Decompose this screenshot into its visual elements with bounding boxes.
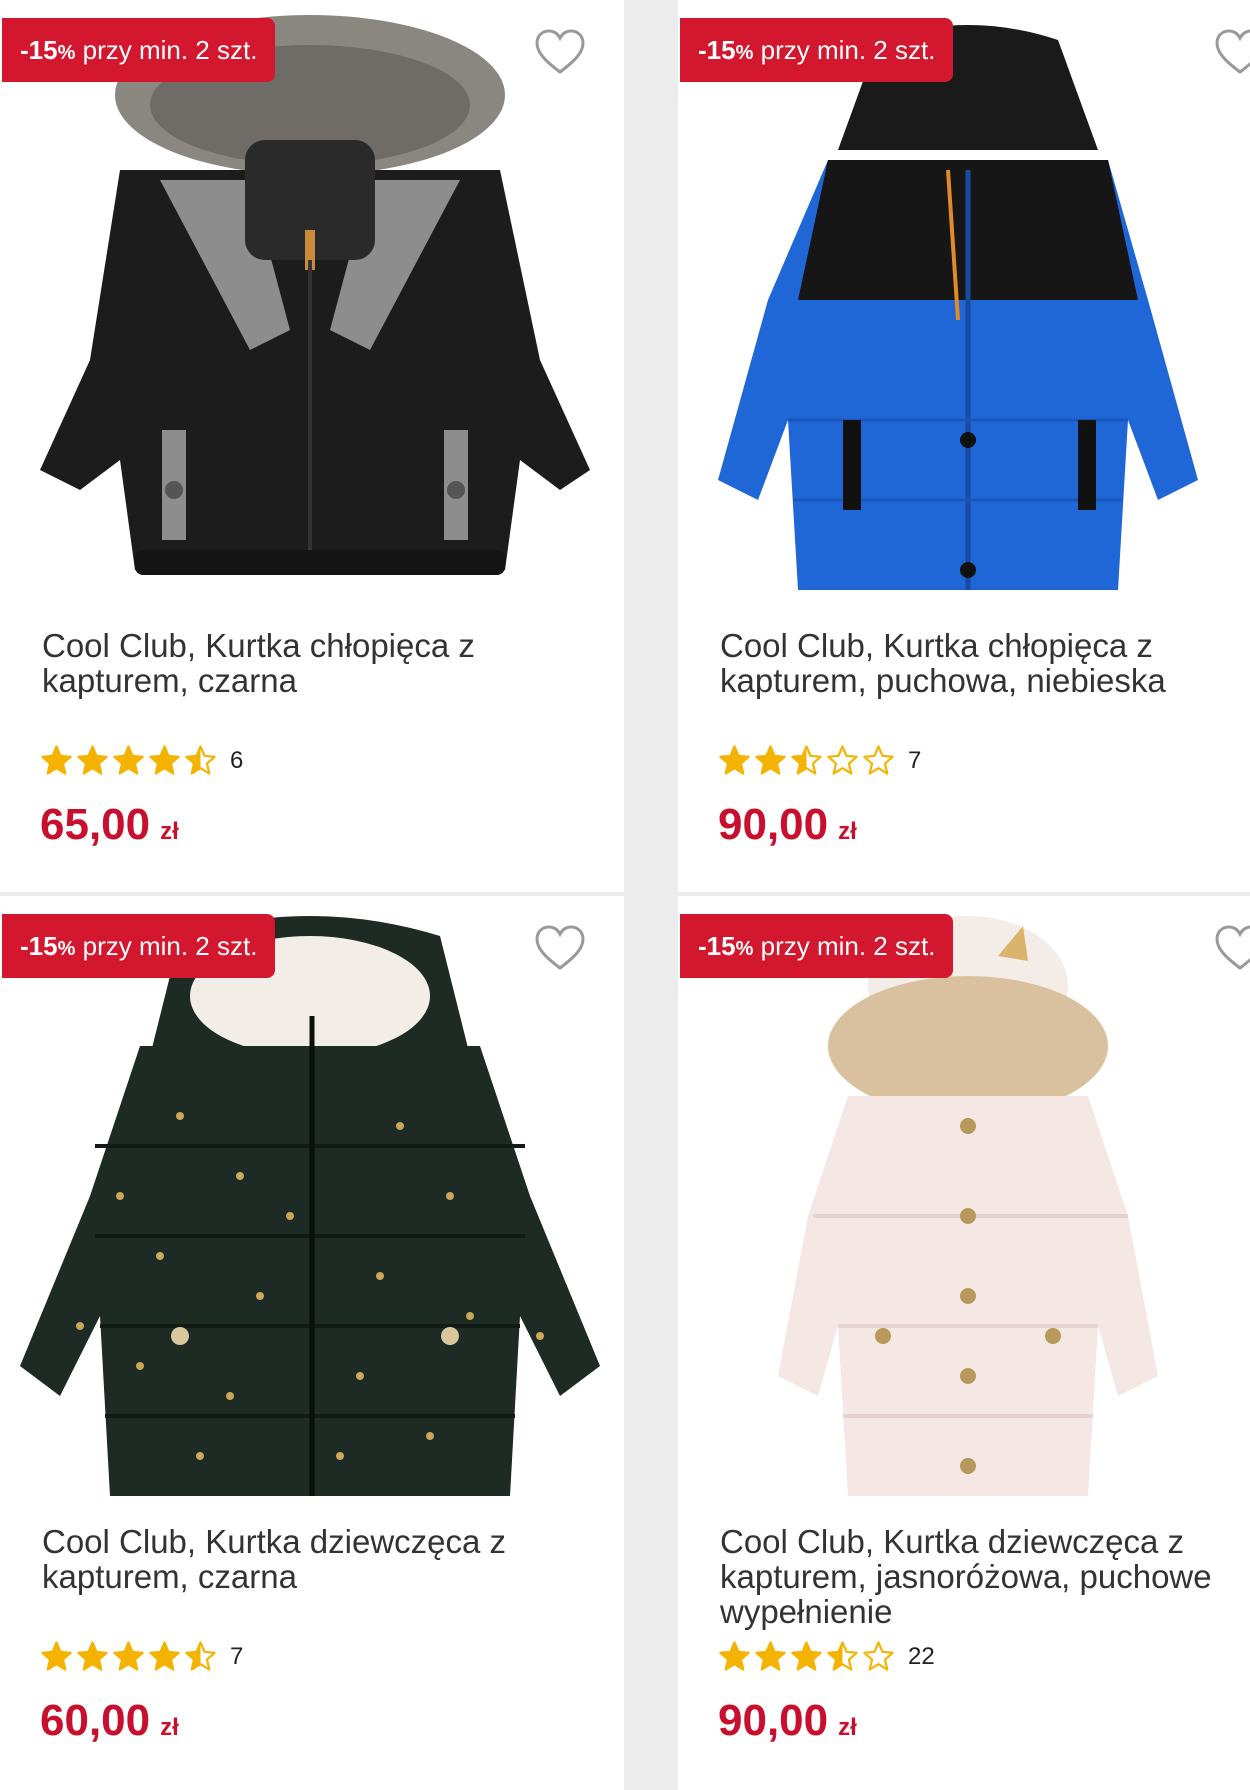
rating-stars [40, 744, 220, 777]
star-full-icon [719, 745, 750, 775]
star-full-icon [149, 1641, 180, 1671]
star-empty-icon [863, 1641, 894, 1671]
heart-icon[interactable] [1214, 28, 1250, 76]
star-half-icon [185, 1641, 216, 1671]
heart-icon[interactable] [534, 924, 586, 972]
price-currency: zł [838, 1714, 857, 1741]
product-price: 90,00 zł [718, 800, 857, 850]
product-rating: 7 [718, 744, 921, 777]
star-full-icon [149, 745, 180, 775]
rating-stars [40, 1640, 220, 1673]
product-card[interactable]: -15% przy min. 2 szt. Cool Club, Kurtka … [678, 896, 1250, 1790]
product-card[interactable]: -15% przy min. 2 szt. Cool Club, Kurtka … [0, 896, 624, 1790]
product-title[interactable]: Cool Club, Kurtka chłopięca z kapturem, … [720, 628, 1250, 698]
price-amount: 90,00 [718, 800, 829, 849]
heart-icon[interactable] [1214, 924, 1250, 972]
rating-stars [718, 1640, 898, 1673]
price-currency: zł [838, 818, 857, 845]
product-price: 65,00 zł [40, 800, 179, 850]
review-count: 6 [230, 746, 244, 774]
discount-badge: -15% przy min. 2 szt. [2, 18, 276, 82]
discount-badge: -15% przy min. 2 szt. [680, 914, 954, 978]
review-count: 22 [908, 1642, 935, 1670]
product-title[interactable]: Cool Club, Kurtka dziewczęca z kapturem,… [720, 1524, 1250, 1629]
product-rating: 6 [40, 744, 243, 777]
star-full-icon [77, 1641, 108, 1671]
star-full-icon [791, 1641, 822, 1671]
review-count: 7 [230, 1642, 244, 1670]
price-amount: 65,00 [40, 800, 151, 849]
review-count: 7 [908, 746, 922, 774]
product-image[interactable] [678, 0, 1250, 610]
price-amount: 60,00 [40, 1696, 151, 1745]
product-image[interactable] [0, 0, 624, 610]
product-title[interactable]: Cool Club, Kurtka chłopięca z kapturem, … [42, 628, 572, 698]
rating-stars [718, 744, 898, 777]
star-full-icon [41, 1641, 72, 1671]
star-full-icon [113, 1641, 144, 1671]
price-currency: zł [160, 1714, 179, 1741]
product-title[interactable]: Cool Club, Kurtka dziewczęca z kapturem,… [42, 1524, 572, 1594]
star-half-icon [185, 745, 216, 775]
product-card[interactable]: -15% przy min. 2 szt. Cool Club, Kurtka … [0, 0, 624, 892]
product-price: 90,00 zł [718, 1696, 857, 1746]
heart-icon[interactable] [534, 28, 586, 76]
price-amount: 90,00 [718, 1696, 829, 1745]
star-half-icon [827, 1641, 858, 1671]
star-full-icon [41, 745, 72, 775]
star-full-icon [755, 1641, 786, 1671]
product-card[interactable]: -15% przy min. 2 szt. Cool Club, Kurtka … [678, 0, 1250, 892]
product-image[interactable] [678, 896, 1250, 1506]
product-grid: -15% przy min. 2 szt. Cool Club, Kurtka … [0, 0, 1250, 1790]
price-currency: zł [160, 818, 179, 845]
product-price: 60,00 zł [40, 1696, 179, 1746]
star-empty-icon [827, 745, 858, 775]
star-half-icon [791, 745, 822, 775]
star-empty-icon [863, 745, 894, 775]
product-image[interactable] [0, 896, 624, 1506]
star-full-icon [113, 745, 144, 775]
star-full-icon [77, 745, 108, 775]
discount-badge: -15% przy min. 2 szt. [2, 914, 276, 978]
discount-badge: -15% przy min. 2 szt. [680, 18, 954, 82]
star-full-icon [755, 745, 786, 775]
product-rating: 22 [718, 1640, 935, 1673]
product-rating: 7 [40, 1640, 243, 1673]
star-full-icon [719, 1641, 750, 1671]
